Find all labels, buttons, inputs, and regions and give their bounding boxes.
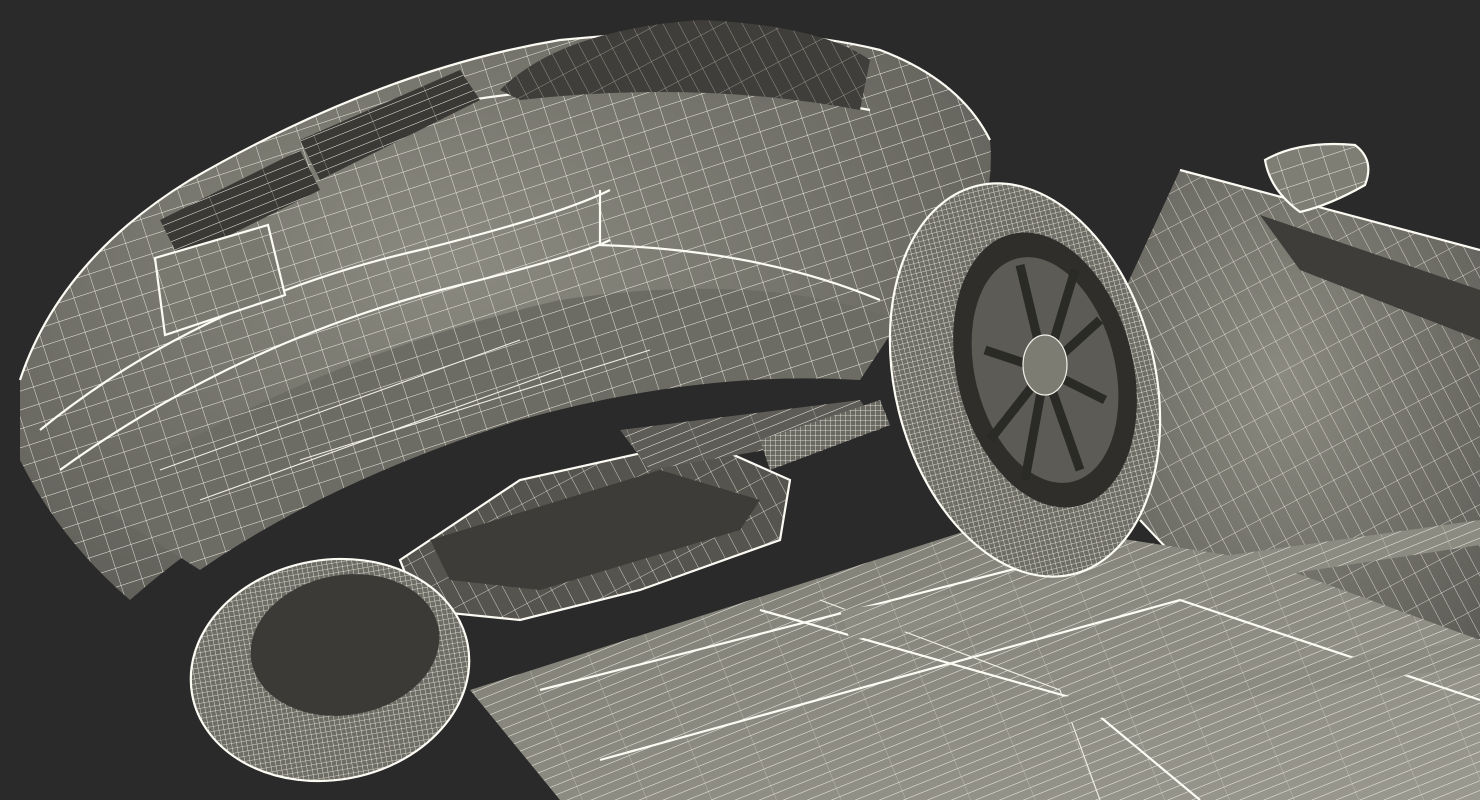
car-render (18, 20, 1480, 800)
render-viewport (0, 0, 1480, 800)
